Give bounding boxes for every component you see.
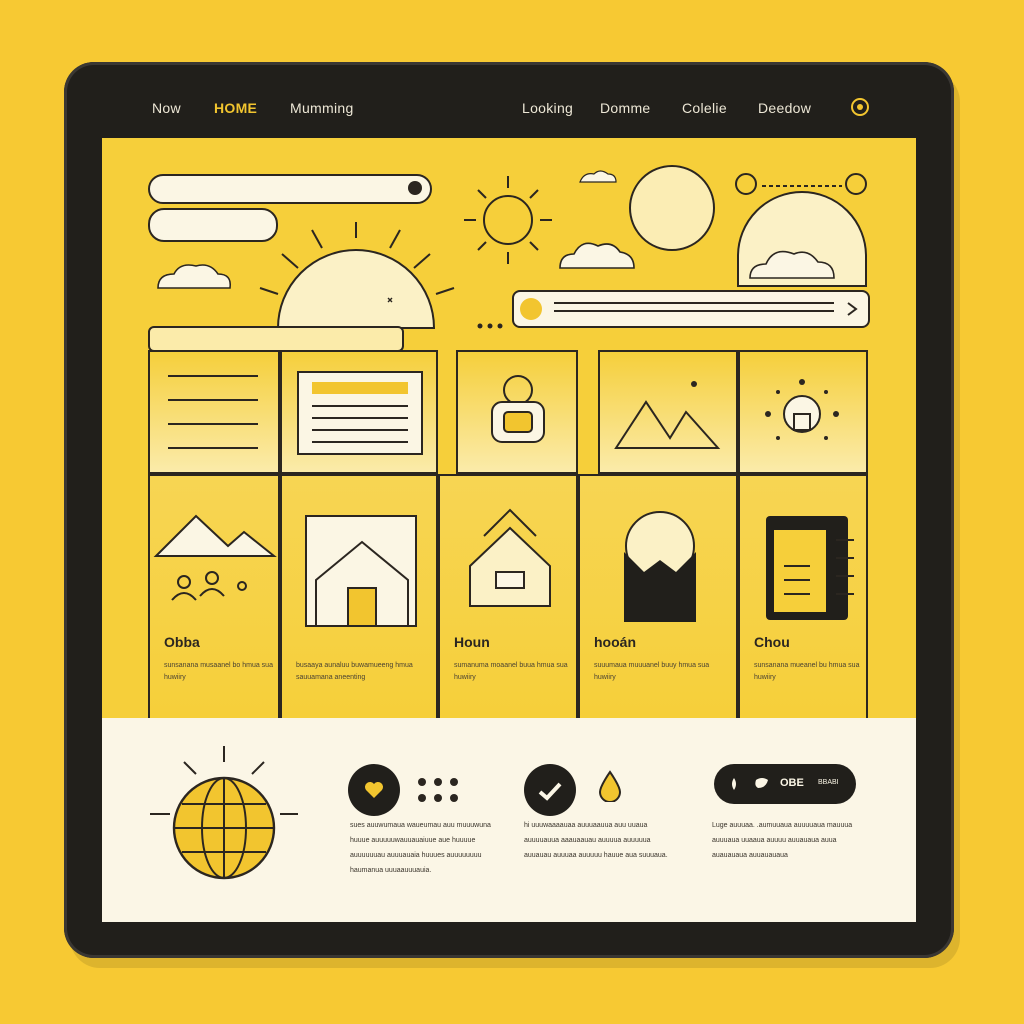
footer-panel: OBE BBABI sues auuwumaua waueumau auu mu… <box>102 718 916 922</box>
check-button[interactable] <box>524 764 576 816</box>
document-icon <box>297 371 423 455</box>
screen-content: Obba sunsanana musaanel bo hmua sua huwi… <box>102 138 916 922</box>
footer-text-1: sues auuwumaua waueumau auu muuuwuna huu… <box>350 822 491 874</box>
nav-item-deedow[interactable]: Deedow <box>758 100 811 116</box>
people-icon <box>171 571 247 601</box>
check-icon <box>538 782 562 801</box>
circle-badge-icon[interactable] <box>850 97 870 117</box>
social-toggle[interactable]: OBE BBABI <box>714 764 856 804</box>
card-description: sunsanana mueanel bu hmua sua huwiiry <box>754 662 860 681</box>
document-tile[interactable] <box>280 350 438 474</box>
social-icons <box>732 778 768 790</box>
nav-item-domme[interactable]: Domme <box>600 100 651 116</box>
footer-text-2: hi uuuwaaaauaa auuuaauua auu uuaua auuuu… <box>524 822 668 859</box>
heart-icon <box>365 782 383 798</box>
card-grid: Obba sunsanana musaanel bo hmua sua huwi… <box>102 138 916 718</box>
nav-item-home[interactable]: HOME <box>214 100 257 116</box>
landscape-card-icon <box>624 511 696 622</box>
mountain-icon <box>614 381 721 449</box>
card-5[interactable]: Chou sunsanana mueanel bu hmua sua huwii… <box>738 474 868 718</box>
mountain-icon <box>153 514 277 601</box>
app-window-icon <box>766 516 854 620</box>
lightbulb-icon <box>765 379 839 440</box>
card-description: busaaya aunaluu buwamueeng hmua sauuaman… <box>296 662 413 681</box>
card-description: suuumaua muuuanel buuy hmua sua huwiiry <box>594 662 710 681</box>
nav-item-looking[interactable]: Looking <box>522 100 573 116</box>
card-title: hooán <box>594 634 636 650</box>
card-3[interactable]: Houn sumanuma moaanel buua hmua sua huwi… <box>438 474 578 718</box>
globe-icon <box>150 746 298 880</box>
card-4[interactable]: hooán suuumaua muuuanel buuy hmua sua hu… <box>578 474 738 718</box>
card-description: sumanuma moaanel buua hmua sua huwiiry <box>454 662 568 681</box>
lightbulb-tile[interactable] <box>738 350 868 474</box>
card-1[interactable]: Obba sunsanana musaanel bo hmua sua huwi… <box>148 474 280 718</box>
dots-icon <box>418 778 458 802</box>
list-icon <box>168 375 258 449</box>
mountain-tile[interactable] <box>598 350 738 474</box>
card-title: Houn <box>454 634 490 650</box>
toggle-end-label: BBABI <box>818 779 839 786</box>
house-icon <box>305 515 417 627</box>
robot-icon <box>491 375 545 443</box>
footer-text-3: Luge auuuaa. .aumuuaua auuuuaua mauuua a… <box>712 822 853 859</box>
card-2[interactable]: busaaya aunaluu buwamueeng hmua sauuaman… <box>280 474 438 718</box>
list-tile[interactable] <box>148 350 280 474</box>
card-description: sunsanana musaanel bo hmua sua huwiiry <box>164 662 273 681</box>
nav-item-colelie[interactable]: Colelie <box>682 100 727 116</box>
nav-item-now[interactable]: Now <box>152 100 181 116</box>
toggle-label: OBE <box>780 777 804 789</box>
card-title: Chou <box>754 634 790 650</box>
tent-icon <box>469 508 551 607</box>
heart-button[interactable] <box>348 764 400 816</box>
robot-tile[interactable] <box>456 350 578 474</box>
drop-icon <box>598 770 622 802</box>
top-navigation: Now HOME Mumming Looking Domme Colelie D… <box>64 62 954 142</box>
card-title: Obba <box>164 634 200 650</box>
nav-item-mumming[interactable]: Mumming <box>290 100 354 116</box>
